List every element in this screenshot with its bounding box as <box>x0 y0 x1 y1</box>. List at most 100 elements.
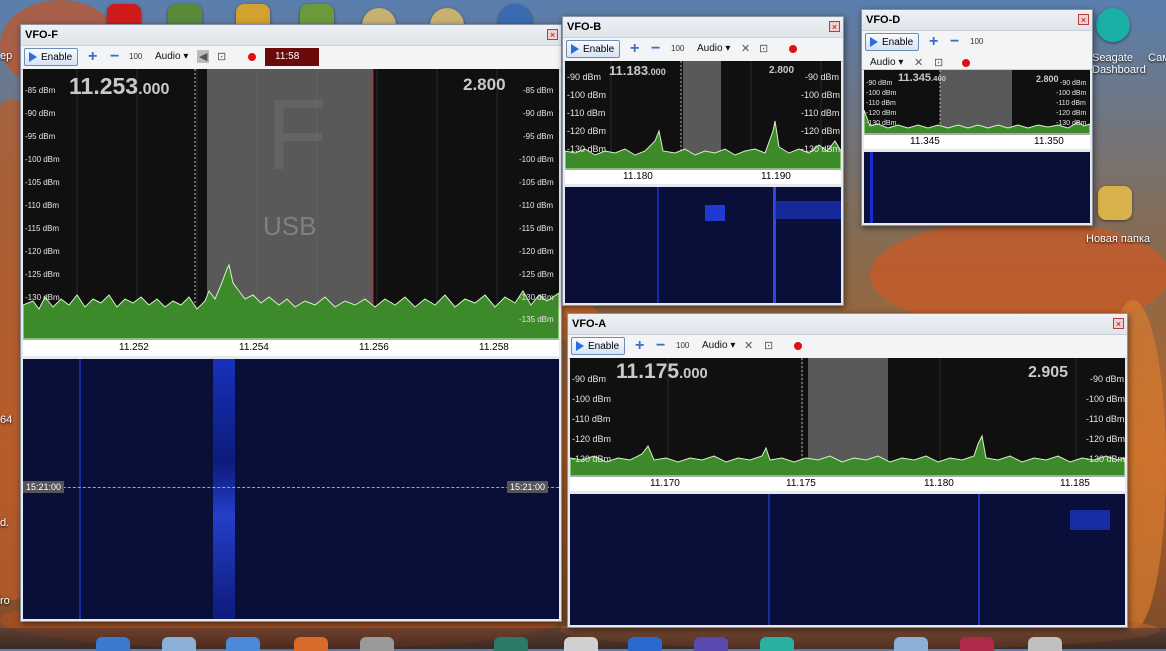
freq-tick: 11.180 <box>623 171 653 182</box>
audio-label: Audio <box>697 43 723 54</box>
desktop-label: d. <box>0 517 10 529</box>
dbm-label: -110 dBm <box>1086 414 1125 424</box>
waterfall-display[interactable]: 15:21:00 15:21:00 <box>23 359 559 619</box>
minus-icon[interactable]: − <box>651 40 660 58</box>
dbm-label: -130 dBm <box>1086 454 1125 464</box>
spectrum-display[interactable]: 11.183.000 2.800 -90 dBm -100 dBm -110 d… <box>565 61 841 169</box>
spectrum-display[interactable]: 11.253.000 2.800 F USB -85 dBm -90 dBm -… <box>23 69 559 339</box>
bandwidth-value[interactable]: 2.905 <box>1028 364 1068 382</box>
spectrum-display[interactable]: 11.175.000 2.905 -90 dBm -100 dBm -110 d… <box>570 358 1125 476</box>
audio-dropdown[interactable]: Audio ▾ <box>155 51 188 62</box>
minus-icon[interactable]: − <box>110 48 119 66</box>
dbm-label: -90 dBm <box>25 109 56 118</box>
plus-icon[interactable]: + <box>635 337 644 355</box>
bandwidth-value[interactable]: 2.800 <box>1036 74 1059 84</box>
dbm-label: -110 dBm <box>25 201 60 210</box>
waterfall-line <box>870 152 873 223</box>
mute-icon[interactable]: ✕ <box>744 339 753 352</box>
close-button[interactable]: × <box>547 29 558 40</box>
record-icon[interactable] <box>962 59 970 67</box>
close-button[interactable]: × <box>829 21 840 32</box>
vfo-b-window[interactable]: VFO-B × Enable + − 100 Audio ▾ ✕ ⊡ 11.18… <box>562 16 844 306</box>
spectrum-display[interactable]: 11.345.400 2.800 -90 dBm -100 dBm -110 d… <box>864 70 1090 134</box>
enable-button[interactable]: Enable <box>571 337 625 355</box>
frequency-scale[interactable]: 11.180 11.190 <box>565 169 841 184</box>
seagate-label: Seagate Dashboard <box>1092 52 1146 76</box>
step-label[interactable]: 100 <box>676 341 689 350</box>
close-button[interactable]: × <box>1078 14 1089 25</box>
audio-label: Audio <box>155 51 181 62</box>
dbm-label: -105 dBm <box>519 178 554 187</box>
minus-icon[interactable]: − <box>950 33 959 51</box>
vfo-frequency[interactable]: 11.345.400 <box>898 72 946 84</box>
bandwidth-value[interactable]: 2.800 <box>463 75 506 95</box>
waterfall-line <box>768 494 770 625</box>
waterfall-time-marker <box>23 487 559 488</box>
step-label[interactable]: 100 <box>671 44 684 53</box>
frequency-main: 11.175 <box>616 360 680 383</box>
ts-icon[interactable]: ⊡ <box>764 339 773 352</box>
dbm-label: -130 dBm <box>519 293 554 302</box>
audio-dropdown[interactable]: Audio ▾ <box>870 57 903 68</box>
frequency-sub: .000 <box>138 80 170 98</box>
vfo-f-window[interactable]: VFO-F × Enable + − 100 Audio ▾ ◀ ⊡ 11:58 <box>20 24 562 622</box>
ts-icon[interactable]: ⊡ <box>934 56 943 69</box>
bandwidth-value[interactable]: 2.800 <box>769 65 794 76</box>
freq-tick: 11.258 <box>479 342 509 353</box>
dbm-label: -95 dBm <box>25 132 56 141</box>
toolbar: Enable + − 100 Audio ▾ ✕ ⊡ <box>563 37 843 62</box>
freq-tick: 11.350 <box>1034 136 1064 147</box>
step-label[interactable]: 100 <box>129 52 142 61</box>
audio-dropdown[interactable]: Audio ▾ <box>697 43 730 54</box>
enable-button[interactable]: Enable <box>865 33 919 51</box>
mute-icon[interactable]: ✕ <box>914 56 923 69</box>
vfo-a-window[interactable]: VFO-A × Enable + − 100 Audio ▾ ✕ ⊡ 11.17… <box>567 313 1128 628</box>
vfo-d-window[interactable]: VFO-D × Enable + − 100 Audio ▾ ✕ ⊡ 11.34… <box>861 9 1093 226</box>
close-button[interactable]: × <box>1113 318 1124 329</box>
play-icon <box>571 44 579 54</box>
frequency-scale[interactable]: 11.252 11.254 11.256 11.258 <box>23 339 559 356</box>
plus-icon[interactable]: + <box>88 48 97 66</box>
dbm-label: -110 dBm <box>567 108 606 118</box>
mute-icon[interactable]: ✕ <box>741 42 750 55</box>
frequency-sub: .000 <box>648 67 666 77</box>
window-title: VFO-F <box>21 25 561 45</box>
mute-icon[interactable]: ◀ <box>197 50 210 63</box>
ts-icon[interactable]: ⊡ <box>759 42 768 55</box>
frequency-scale[interactable]: 11.345 11.350 <box>864 134 1090 149</box>
vfo-frequency[interactable]: 11.253.000 <box>69 73 169 100</box>
record-icon[interactable] <box>794 342 802 350</box>
waterfall-patch <box>705 205 725 221</box>
plus-icon[interactable]: + <box>630 40 639 58</box>
enable-button[interactable]: Enable <box>24 48 78 66</box>
record-icon[interactable] <box>789 45 797 53</box>
step-label[interactable]: 100 <box>970 37 983 46</box>
frequency-scale[interactable]: 11.170 11.175 11.180 11.185 <box>570 476 1125 491</box>
seagate-icon[interactable] <box>1096 8 1130 42</box>
waterfall-display[interactable] <box>565 187 841 303</box>
record-icon[interactable] <box>248 53 256 61</box>
waterfall-display[interactable] <box>570 494 1125 625</box>
spectrum-graph <box>565 61 841 169</box>
play-icon <box>870 37 878 47</box>
vfo-frequency[interactable]: 11.183.000 <box>609 63 666 78</box>
minus-icon[interactable]: − <box>656 337 665 355</box>
freq-tick: 11.254 <box>239 342 269 353</box>
audio-label: Audio <box>870 57 896 68</box>
time-tag-left: 15:21:00 <box>23 481 65 493</box>
toolbar: Enable + − 100 Audio ▾ ✕ ⊡ <box>568 334 1127 359</box>
enable-button[interactable]: Enable <box>566 40 620 58</box>
freq-tick: 11.190 <box>761 171 791 182</box>
folder-icon[interactable] <box>1098 186 1132 220</box>
audio-dropdown[interactable]: Audio ▾ <box>702 340 735 351</box>
enable-label: Enable <box>882 37 914 48</box>
dbm-label: -115 dBm <box>519 224 554 233</box>
waterfall-display[interactable] <box>864 152 1090 223</box>
frequency-sub: .000 <box>679 366 708 382</box>
desktop-label: 64 <box>0 414 13 426</box>
dbm-label: -110 dBm <box>866 100 896 107</box>
ts-icon[interactable]: ⊡ <box>217 50 226 63</box>
plus-icon[interactable]: + <box>929 33 938 51</box>
vfo-frequency[interactable]: 11.175.000 <box>616 360 708 384</box>
freq-tick: 11.345 <box>910 136 940 147</box>
